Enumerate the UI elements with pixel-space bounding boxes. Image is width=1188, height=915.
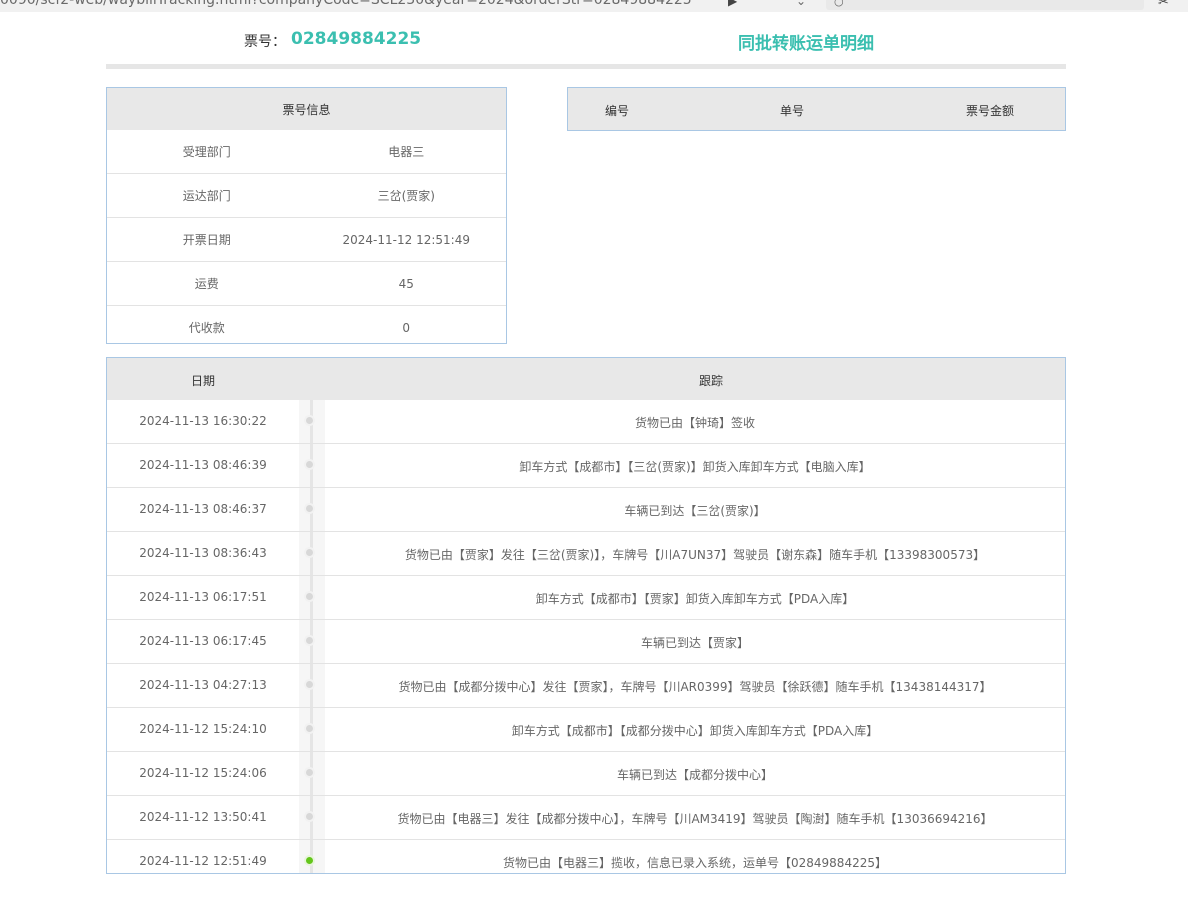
tracking-date: 2024-11-12 12:51:49: [139, 854, 267, 868]
tracking-date: 2024-11-12 13:50:41: [139, 810, 267, 824]
ticket-info-row: 受理部门 电器三: [107, 130, 506, 173]
ticket-info-title: 票号信息: [107, 88, 506, 130]
tracking-event: 卸车方式【成都市】【三岔(贾家)】卸货入库卸车方式【电脑入库】: [519, 460, 871, 474]
ticket-info-label: 受理部门: [182, 145, 231, 159]
tracking-event: 车辆已到达【成都分拨中心】: [616, 768, 773, 782]
batch-waybill-title: 同批转账运单明细: [738, 34, 874, 54]
ticket-number-label: 票号：: [244, 34, 286, 50]
column-header-tracking: 跟踪: [699, 374, 724, 388]
ticket-info-label: 运达部门: [182, 189, 231, 203]
ticket-info-label: 开票日期: [182, 233, 231, 247]
tracking-date: 2024-11-13 08:36:43: [139, 546, 267, 560]
column-header-amount: 票号金额: [966, 104, 1015, 118]
column-header-id: 编号: [605, 104, 630, 118]
ticket-info-label: 代收款: [188, 321, 225, 335]
tracking-date: 2024-11-12 15:24:10: [139, 722, 267, 736]
ticket-info-row: 开票日期 2024-11-12 12:51:49: [107, 217, 506, 261]
timeline-dot-icon: [304, 547, 315, 558]
browser-search-box[interactable]: ○: [826, 0, 1144, 10]
address-bar[interactable]: 0090/scf2-web/waybillTracking.html?compa…: [0, 0, 692, 8]
tracking-table: 日期 跟踪 2024-11-13 16:30:22 货物已由【钟琦】签收 2024-…: [106, 357, 1066, 874]
tracking-event: 车辆已到达【三岔(贾家)】: [624, 504, 766, 518]
tracking-row: 2024-11-13 16:30:22 货物已由【钟琦】签收: [107, 400, 1065, 443]
tracking-row: 2024-11-13 04:27:13 货物已由【成都分拨中心】发往【贾家】，车牌…: [107, 663, 1065, 707]
tracking-date: 2024-11-13 08:46:37: [139, 502, 267, 516]
tracking-event: 卸车方式【成都市】【贾家】卸货入库卸车方式【PDA入库】: [535, 592, 855, 606]
timeline-dot-icon: [304, 635, 315, 646]
ticket-info-value: 45: [398, 276, 414, 291]
timeline-dot-icon: [304, 811, 315, 822]
tracking-row: 2024-11-12 15:24:06 车辆已到达【成都分拨中心】: [107, 751, 1065, 795]
tracking-event: 货物已由【成都分拨中心】发往【贾家】，车牌号【川AR0399】驾驶员【徐跃德】随…: [398, 680, 992, 694]
timeline-dot-icon: [304, 679, 315, 690]
scissors-icon[interactable]: ✂: [1158, 0, 1169, 10]
ticket-info-value: 2024-11-12 12:51:49: [342, 232, 470, 247]
play-icon[interactable]: ▶: [728, 0, 737, 8]
ticket-info-panel: 票号信息 受理部门 电器三运达部门 三岔(贾家) 开票日期 2024-11-12 12:…: [106, 87, 507, 344]
browser-toolbar: 0090/scf2-web/waybillTracking.html?compa…: [0, 0, 1188, 12]
tracking-event: 货物已由【钟琦】签收: [634, 416, 755, 430]
ticket-info-row: 运费 45: [107, 261, 506, 305]
tracking-row: 2024-11-13 08:46:39 卸车方式【成都市】【三岔(贾家)】卸货入库…: [107, 443, 1065, 487]
timeline-dot-icon: [304, 767, 315, 778]
tracking-date: 2024-11-13 08:46:39: [139, 458, 267, 472]
tracking-row: 2024-11-13 06:17:51 卸车方式【成都市】【贾家】卸货入库卸车方式…: [107, 575, 1065, 619]
search-icon: ○: [834, 0, 844, 8]
tracking-event: 车辆已到达【贾家】: [640, 636, 749, 650]
ticket-info-label: 运费: [194, 277, 219, 291]
timeline-dot-active-icon: [304, 855, 315, 866]
tracking-date: 2024-11-13 16:30:22: [139, 414, 267, 428]
ticket-info-value: 0: [402, 320, 411, 335]
tracking-row: 2024-11-12 15:24:10 卸车方式【成都市】【成都分拨中心】卸货入库…: [107, 707, 1065, 751]
tracking-date: 2024-11-13 04:27:13: [139, 678, 267, 692]
tracking-event: 货物已由【贾家】发往【三岔(贾家)】，车牌号【川A7UN37】驾驶员【谢东森】随…: [404, 548, 986, 562]
ticket-info-value: 电器三: [388, 145, 425, 159]
tracking-row: 2024-11-13 08:46:37 车辆已到达【三岔(贾家)】: [107, 487, 1065, 531]
timeline-dot-icon: [304, 459, 315, 470]
timeline-dot-icon: [304, 591, 315, 602]
tracking-row: 2024-11-13 06:17:45 车辆已到达【贾家】: [107, 619, 1065, 663]
batch-waybill-table-header: 编号 单号 票号金额: [567, 87, 1066, 131]
ticket-number: 02849884225: [291, 29, 422, 49]
tracking-date: 2024-11-13 06:17:45: [139, 634, 267, 648]
chevron-down-icon[interactable]: ⌄: [796, 0, 806, 8]
timeline-dot-icon: [304, 723, 315, 734]
column-header-waybill: 单号: [780, 104, 805, 118]
tracking-event: 货物已由【电器三】发往【成都分拨中心】，车牌号【川AM3419】驾驶员【陶澍】随…: [397, 812, 993, 826]
timeline-dot-icon: [304, 503, 315, 514]
column-header-date: 日期: [191, 374, 216, 388]
tracking-date: 2024-11-12 15:24:06: [139, 766, 267, 780]
tracking-event: 货物已由【电器三】揽收，信息已录入系统，运单号【02849884225】: [503, 856, 887, 870]
tracking-row: 2024-11-12 12:51:49 货物已由【电器三】揽收，信息已录入系统，运…: [107, 839, 1065, 883]
tracking-date: 2024-11-13 06:17:51: [139, 590, 267, 604]
ticket-info-value: 三岔(贾家): [377, 189, 435, 203]
tracking-event: 卸车方式【成都市】【成都分拨中心】卸货入库卸车方式【PDA入库】: [511, 724, 879, 738]
timeline-dot-icon: [304, 415, 315, 426]
tracking-table-header: 日期 跟踪: [107, 358, 1065, 400]
ticket-info-row: 运达部门 三岔(贾家): [107, 173, 506, 217]
tracking-row: 2024-11-12 13:50:41 货物已由【电器三】发往【成都分拨中心】，车…: [107, 795, 1065, 839]
tracking-row: 2024-11-13 08:36:43 货物已由【贾家】发往【三岔(贾家)】，车牌…: [107, 531, 1065, 575]
ticket-info-row: 代收款 0: [107, 305, 506, 349]
header-divider: [106, 64, 1066, 69]
